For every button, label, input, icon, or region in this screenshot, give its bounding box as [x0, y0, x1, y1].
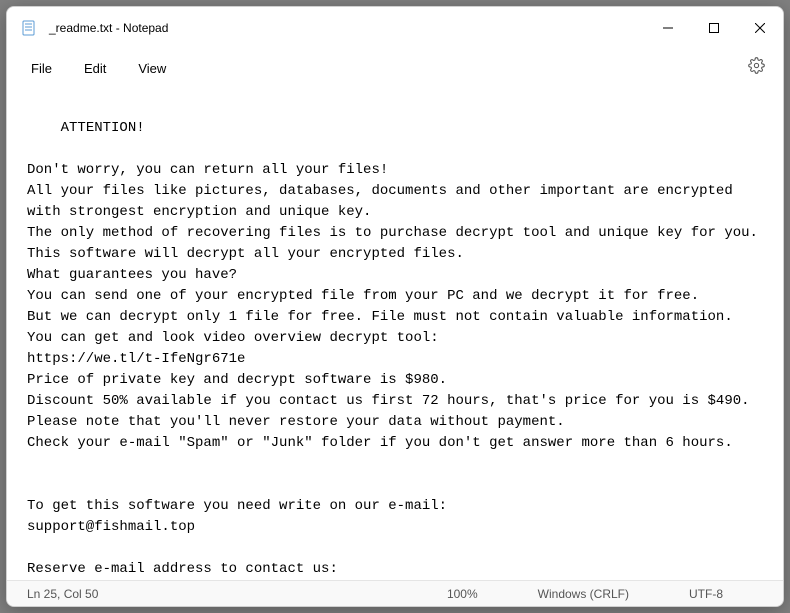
menubar: File Edit View [7, 49, 783, 87]
titlebar: _readme.txt - Notepad [7, 7, 783, 49]
maximize-button[interactable] [691, 7, 737, 49]
statusbar: Ln 25, Col 50 100% Windows (CRLF) UTF-8 [7, 580, 783, 606]
window-title: _readme.txt - Notepad [49, 21, 645, 35]
notepad-icon [21, 20, 37, 36]
zoom-level[interactable]: 100% [447, 587, 478, 601]
menu-view[interactable]: View [122, 55, 182, 82]
menu-edit[interactable]: Edit [68, 55, 122, 82]
window-controls [645, 7, 783, 49]
text-editor[interactable]: ATTENTION! Don't worry, you can return a… [7, 87, 783, 580]
minimize-button[interactable] [645, 7, 691, 49]
close-button[interactable] [737, 7, 783, 49]
settings-button[interactable] [738, 51, 775, 85]
encoding: UTF-8 [689, 587, 723, 601]
menu-file[interactable]: File [15, 55, 68, 82]
line-ending: Windows (CRLF) [538, 587, 629, 601]
editor-content: ATTENTION! Don't worry, you can return a… [27, 120, 758, 580]
cursor-position: Ln 25, Col 50 [27, 587, 98, 601]
app-window: _readme.txt - Notepad File Edit View ATT… [6, 6, 784, 607]
